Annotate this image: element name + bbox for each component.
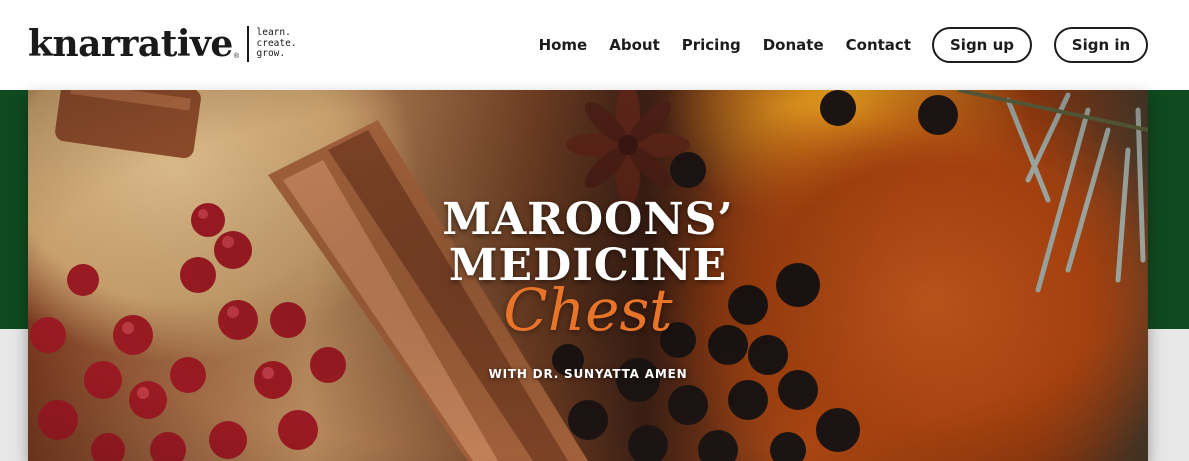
knarrative-logo[interactable]: knarrative ® learn. create. grow. [28,22,297,66]
logo-wordmark: knarrative [28,23,233,65]
nav-about[interactable]: About [609,36,660,54]
site-header: knarrative ® learn. create. grow. Home A… [0,0,1189,90]
main-nav: Home About Pricing Donate Contact Sign u… [539,25,1148,65]
logo-tagline: learn. create. grow. [257,28,297,60]
logo-divider [247,26,249,62]
nav-contact[interactable]: Contact [846,36,911,54]
nav-home[interactable]: Home [539,36,588,54]
sign-in-button[interactable]: Sign in [1054,27,1148,63]
sign-up-button[interactable]: Sign up [932,27,1032,63]
logo-registered-mark: ® [233,52,240,60]
tagline-grow: grow. [256,48,286,60]
course-hero-banner[interactable]: MAROONS’ MEDICINE Chest WITH DR. SUNYATT… [28,90,1148,461]
hero-title-line-1: MAROONS’ [442,194,734,245]
hero-title-script: Chest [503,276,673,344]
hero-subtitle: WITH DR. SUNYATTA AMEN [488,367,688,381]
nav-donate[interactable]: Donate [763,36,824,54]
nav-pricing[interactable]: Pricing [682,36,741,54]
